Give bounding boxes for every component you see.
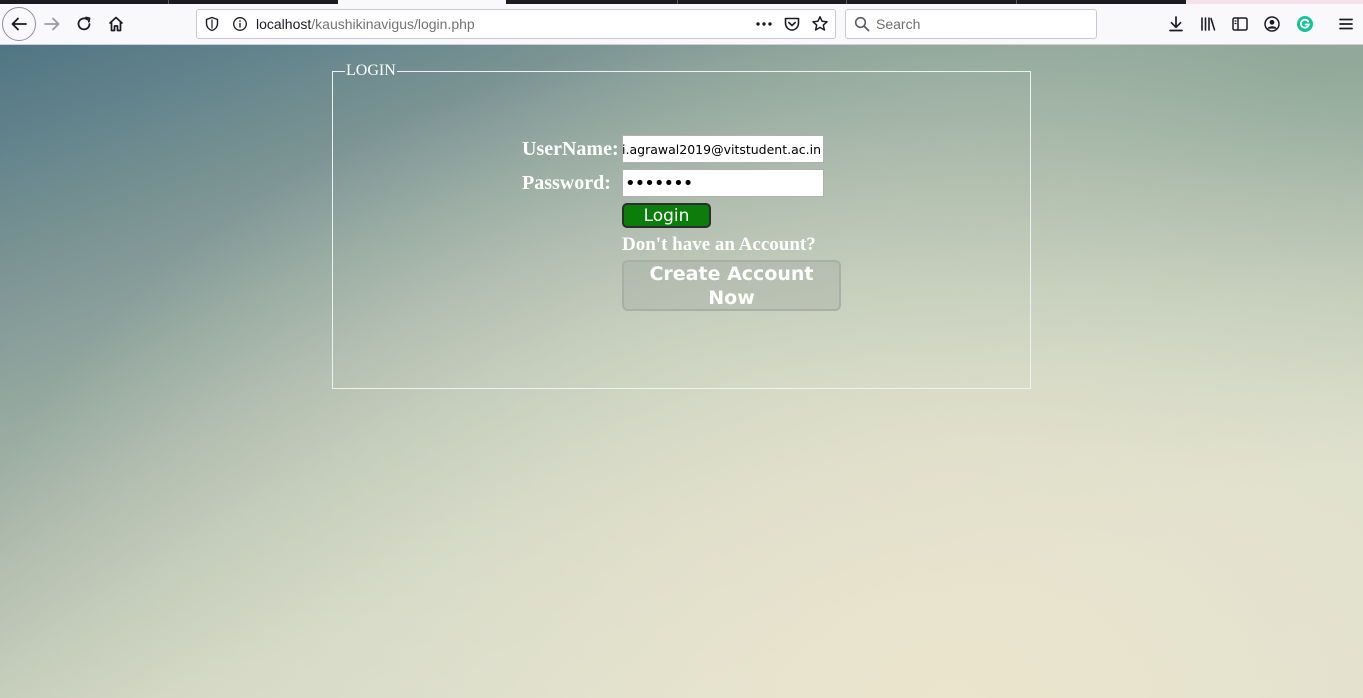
sidebar-button[interactable] <box>1224 8 1256 40</box>
info-icon[interactable] <box>232 16 248 32</box>
login-button[interactable]: Login <box>622 203 711 228</box>
password-mask: ••••••• <box>625 173 693 194</box>
bookmark-star-icon[interactable] <box>811 15 829 33</box>
home-button[interactable] <box>100 8 132 40</box>
downloads-button[interactable] <box>1160 8 1192 40</box>
reload-button[interactable] <box>68 8 100 40</box>
account-button[interactable] <box>1256 8 1288 40</box>
create-account-line1: Create Account <box>649 262 814 285</box>
nav-toolbar: localhost/kaushikinavigus/login.php Sear… <box>0 4 1363 45</box>
download-icon <box>1169 16 1183 32</box>
menu-icon <box>1339 18 1353 30</box>
library-button[interactable] <box>1192 8 1224 40</box>
login-legend: LOGIN <box>346 62 396 79</box>
more-dots-icon[interactable] <box>755 17 773 31</box>
forward-button[interactable] <box>36 8 68 40</box>
grammarly-icon <box>1297 16 1313 32</box>
no-account-text: Don't have an Account? <box>622 234 816 255</box>
url-host: localhost <box>256 16 312 32</box>
url-path: /kaushikinavigus/login.php <box>311 16 475 32</box>
create-account-line2: Now <box>708 286 755 309</box>
username-label: UserName: <box>522 138 619 160</box>
url-bar[interactable]: localhost/kaushikinavigus/login.php <box>196 9 836 39</box>
search-bar[interactable]: Search <box>845 9 1097 39</box>
username-input[interactable]: kaushiki.agrawal2019@vitstudent.ac.in <box>622 135 824 163</box>
pocket-icon[interactable] <box>783 15 801 33</box>
library-icon <box>1201 17 1216 31</box>
back-button[interactable] <box>2 7 36 41</box>
username-value: kaushiki.agrawal2019@vitstudent.ac.in <box>622 142 821 157</box>
sidebar-icon <box>1232 17 1248 31</box>
password-label: Password: <box>522 172 611 194</box>
search-placeholder: Search <box>876 16 921 32</box>
search-icon <box>854 16 870 32</box>
app-menu-button[interactable] <box>1330 8 1362 40</box>
forward-arrow-icon <box>44 17 60 31</box>
reload-icon <box>77 16 91 31</box>
grammarly-button[interactable] <box>1289 8 1321 40</box>
page-content: LOGIN UserName: kaushiki.agrawal2019@vit… <box>0 45 1363 698</box>
password-input[interactable]: ••••••• <box>622 169 824 197</box>
create-account-button[interactable]: Create Account Now <box>622 260 841 311</box>
shield-icon[interactable] <box>204 16 220 32</box>
url-text[interactable]: localhost/kaushikinavigus/login.php <box>256 16 475 32</box>
home-icon <box>108 16 124 32</box>
back-arrow-icon <box>11 17 27 31</box>
account-icon <box>1264 16 1280 32</box>
